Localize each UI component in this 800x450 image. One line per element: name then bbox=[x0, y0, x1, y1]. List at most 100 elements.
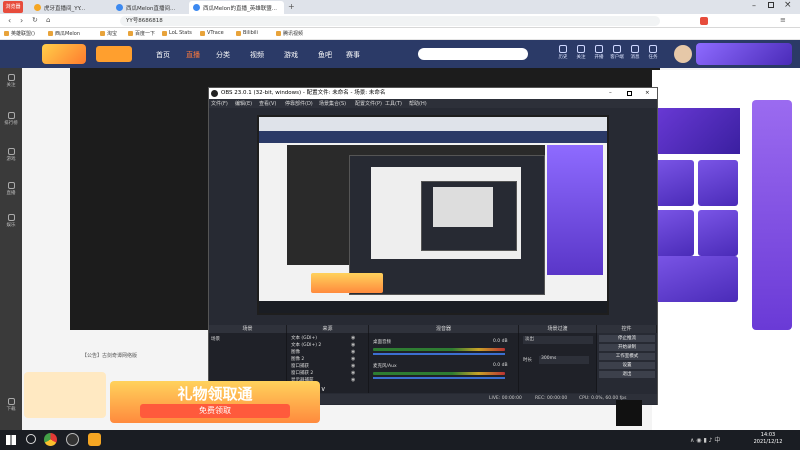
bookmark-item[interactable]: 西瓜Melon bbox=[48, 30, 80, 37]
nav-games[interactable]: 游戏 bbox=[284, 50, 298, 60]
bookmark-item[interactable]: VTrace bbox=[200, 30, 224, 36]
obs-menu-profile[interactable]: 配置文件(P) bbox=[355, 100, 382, 107]
scene-item[interactable]: 场景 bbox=[211, 336, 220, 343]
tray-icons[interactable]: ∧ ◉ ▮ ♪ 中 bbox=[690, 435, 744, 445]
settings-button[interactable]: 设置 bbox=[599, 362, 655, 369]
mixer-dock-title: 混音器 bbox=[369, 325, 519, 333]
start-icon[interactable] bbox=[6, 435, 16, 445]
nav-esports[interactable]: 赛事 bbox=[346, 50, 360, 60]
transition-type-select[interactable]: 淡出 bbox=[523, 336, 593, 344]
tab-2-favicon-icon bbox=[116, 4, 123, 11]
nav-video[interactable]: 视频 bbox=[250, 50, 264, 60]
menu-icon[interactable]: ≡ bbox=[780, 16, 786, 24]
refresh-icon[interactable]: ↻ bbox=[32, 16, 38, 24]
avatar[interactable] bbox=[674, 45, 692, 63]
site-search-input[interactable] bbox=[418, 48, 528, 60]
forward-icon[interactable]: › bbox=[20, 16, 23, 25]
source-item[interactable]: 窗口捕获 2 bbox=[291, 370, 313, 377]
obs-menu-docks[interactable]: 停靠部件(D) bbox=[285, 100, 313, 107]
promo-card[interactable] bbox=[698, 160, 738, 206]
source-item[interactable]: 图像 bbox=[291, 349, 300, 356]
nav-fishbar[interactable]: 鱼吧 bbox=[318, 50, 332, 60]
bookmark-item[interactable]: 百度一下 bbox=[128, 30, 155, 37]
bookmark-item[interactable]: 腾讯视频 bbox=[276, 30, 303, 37]
source-item[interactable]: 窗口捕获 bbox=[291, 363, 309, 370]
back-icon[interactable]: ‹ bbox=[8, 16, 11, 25]
stop-streaming-button[interactable]: 停止推流 bbox=[599, 335, 655, 342]
client-icon[interactable]: 客户端 bbox=[610, 45, 624, 60]
new-tab-icon[interactable]: + bbox=[288, 2, 295, 11]
message-icon[interactable]: 消息 bbox=[628, 45, 642, 60]
promo-card[interactable] bbox=[654, 210, 694, 256]
duration-input[interactable]: 300ms bbox=[539, 356, 589, 364]
obs-close-icon[interactable]: × bbox=[645, 88, 650, 99]
preview-taskbar bbox=[259, 301, 607, 313]
bookmark-item[interactable]: 淘宝 bbox=[100, 30, 117, 37]
minimize-icon[interactable]: – bbox=[752, 1, 756, 10]
broadcast-icon[interactable]: 开播 bbox=[592, 45, 606, 60]
volume-slider[interactable] bbox=[373, 377, 505, 379]
obs-menu-file[interactable]: 文件(F) bbox=[211, 100, 228, 107]
promo-card[interactable] bbox=[654, 256, 738, 302]
search-icon[interactable] bbox=[26, 434, 36, 444]
task-icon[interactable]: 任务 bbox=[646, 45, 660, 60]
obs-taskbar-icon[interactable] bbox=[66, 433, 79, 446]
obs-menu-tools[interactable]: 工具(T) bbox=[385, 100, 402, 107]
promo-header-banner[interactable] bbox=[652, 108, 740, 154]
event-panel[interactable] bbox=[752, 100, 792, 330]
nav-home[interactable]: 首页 bbox=[156, 50, 170, 60]
rail-live[interactable]: 直播 bbox=[0, 182, 22, 196]
rail-games[interactable]: 游戏 bbox=[0, 148, 22, 162]
exit-button[interactable]: 退出 bbox=[599, 371, 655, 378]
nav-live[interactable]: 直播 bbox=[186, 50, 200, 60]
mixer-dock: 桌面音频 0.0 dB 麦克风/Aux 0.0 dB bbox=[369, 333, 519, 393]
maximize-icon[interactable] bbox=[768, 2, 774, 8]
obs-preview[interactable] bbox=[257, 115, 609, 315]
rail-ranking[interactable]: 排行榜 bbox=[0, 112, 22, 126]
source-item[interactable]: 文本 (GDI+) 2 bbox=[291, 342, 321, 349]
site-logo[interactable] bbox=[42, 44, 86, 64]
streamer-thumbnail[interactable] bbox=[616, 400, 642, 426]
volume-slider[interactable] bbox=[373, 353, 505, 355]
bookmark-item[interactable]: 英雄联盟() bbox=[4, 30, 35, 37]
rail-follow[interactable]: 关注 bbox=[0, 74, 22, 88]
obs-maximize-icon[interactable] bbox=[627, 91, 632, 96]
rail-download[interactable]: 下载 bbox=[0, 398, 22, 412]
browser-logo[interactable]: 浏览器 bbox=[3, 1, 23, 13]
chrome-icon[interactable] bbox=[44, 433, 57, 446]
header-promo-banner[interactable] bbox=[696, 43, 792, 65]
taskbar-clock[interactable]: 14:03 2021/12/12 bbox=[748, 432, 788, 446]
tab-2[interactable]: 西瓜Melon直播间... bbox=[112, 1, 187, 14]
home-icon[interactable]: ⌂ bbox=[46, 16, 50, 24]
mixer-channel-db: 0.0 dB bbox=[493, 339, 508, 344]
obs-menu-view[interactable]: 查看(V) bbox=[259, 100, 276, 107]
obs-window[interactable]: OBS 23.0.1 (32-bit, windows) - 配置文件: 未命名… bbox=[208, 87, 658, 405]
obs-menu-edit[interactable]: 编辑(E) bbox=[235, 100, 252, 107]
obs-title-bar[interactable]: OBS 23.0.1 (32-bit, windows) - 配置文件: 未命名… bbox=[209, 88, 657, 99]
left-rail: 关注 排行榜 游戏 直播 娱乐 下载 bbox=[0, 68, 22, 430]
bookmark-item[interactable]: LoL Stats bbox=[162, 30, 192, 36]
site-logo-2[interactable] bbox=[96, 46, 132, 62]
nav-category[interactable]: 分类 bbox=[216, 50, 230, 60]
studio-mode-button[interactable]: 工作室模式 bbox=[599, 353, 655, 360]
start-recording-button[interactable]: 开始录制 bbox=[599, 344, 655, 351]
tab-1[interactable]: 虎牙直播间_YY... bbox=[30, 1, 110, 14]
bookmark-item[interactable]: Bilibili bbox=[236, 30, 258, 36]
obs-menu-scene-collection[interactable]: 场景集合(S) bbox=[319, 100, 346, 107]
obs-menu-help[interactable]: 帮助(H) bbox=[409, 100, 427, 107]
promo-card[interactable] bbox=[654, 160, 694, 206]
eye-icon[interactable]: ◉ ◉ ◉ ◉ ◉ ◉ ◉ bbox=[351, 335, 361, 383]
app-icon[interactable] bbox=[88, 433, 101, 446]
follow-icon[interactable]: 关注 bbox=[574, 45, 588, 60]
tab-3[interactable]: 西瓜Melon的直播_英雄联盟... bbox=[189, 1, 284, 14]
source-item[interactable]: 图像 2 bbox=[291, 356, 304, 363]
obs-minimize-icon[interactable]: – bbox=[609, 88, 612, 99]
extensions-icon[interactable] bbox=[700, 17, 708, 25]
history-icon[interactable]: 历史 bbox=[556, 45, 570, 60]
close-icon[interactable]: × bbox=[784, 0, 792, 10]
source-item[interactable]: 文本 (GDI+) bbox=[291, 335, 317, 342]
gift-sub-banner[interactable]: 免费领取 bbox=[140, 404, 290, 418]
url-input[interactable]: YY号8686818 bbox=[120, 16, 660, 26]
promo-card[interactable] bbox=[698, 210, 738, 256]
rail-ent[interactable]: 娱乐 bbox=[0, 214, 22, 228]
